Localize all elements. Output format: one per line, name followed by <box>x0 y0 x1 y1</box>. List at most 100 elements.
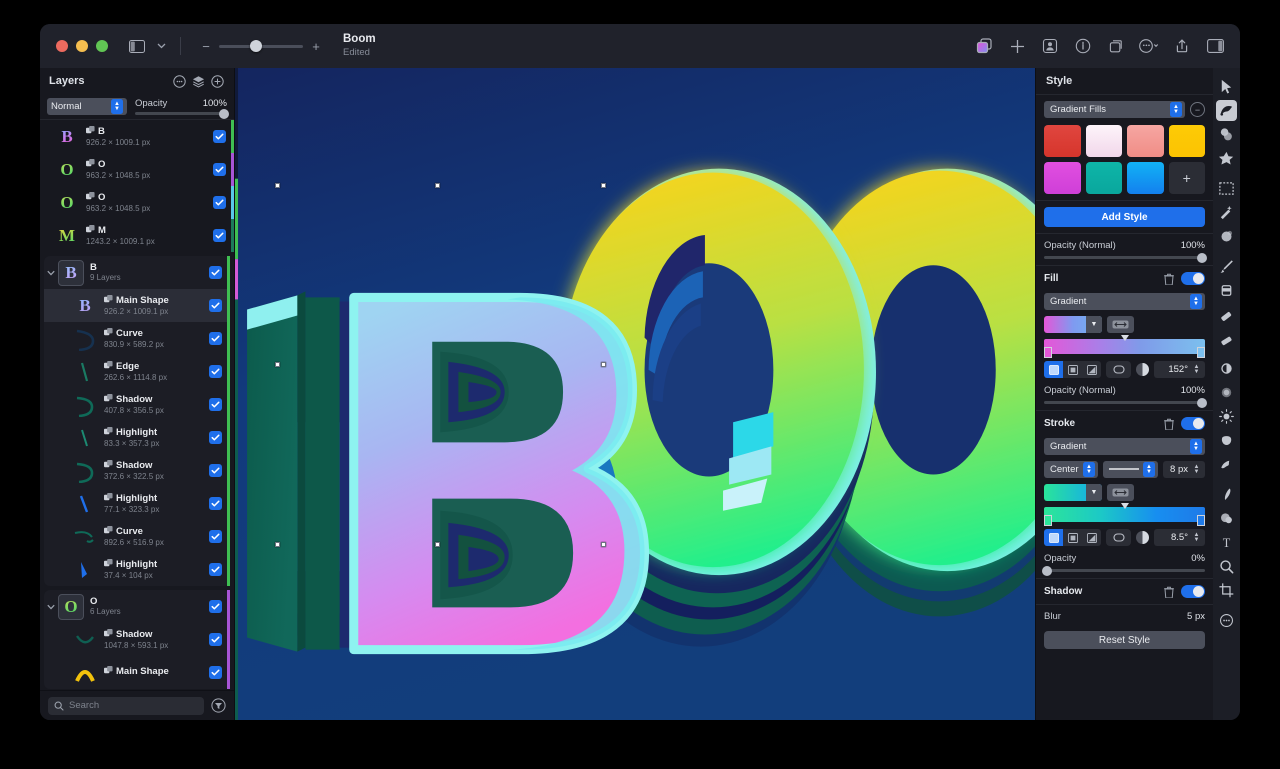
stroke-opacity-knob[interactable] <box>1042 565 1052 576</box>
layer-row[interactable]: B Main Shape 926.2 × 1009.1 px <box>44 289 230 322</box>
sidebar-toggle-icon[interactable] <box>126 35 148 57</box>
star-tool-icon[interactable] <box>1216 148 1237 169</box>
layer-row[interactable]: Curve 830.9 × 589.2 px <box>44 322 230 355</box>
shape-tool-icon[interactable] <box>1216 124 1237 145</box>
swatch-yellow[interactable] <box>1168 125 1205 157</box>
more-tools-icon[interactable] <box>1216 610 1237 631</box>
layer-visibility-checkbox[interactable] <box>209 600 222 613</box>
swatch-salmon[interactable] <box>1127 125 1164 157</box>
reset-style-button[interactable]: Reset Style <box>1044 631 1205 649</box>
stroke-align-select[interactable]: Center ▲ ▼ <box>1044 461 1098 478</box>
chevron-down-icon[interactable] <box>150 35 172 57</box>
fill-reverse-gradient-button[interactable] <box>1107 316 1134 333</box>
tools-rail[interactable]: T <box>1213 68 1240 720</box>
layer-visibility-checkbox[interactable] <box>209 497 222 510</box>
canvas-area[interactable] <box>235 68 1035 720</box>
share-icon[interactable] <box>1169 33 1195 59</box>
fill-type-select[interactable]: Gradient ▲ ▼ <box>1044 293 1205 310</box>
stroke-gradient-chevron-icon[interactable]: ▼ <box>1086 484 1102 501</box>
selection-handle[interactable] <box>275 183 280 188</box>
stroke-type-select[interactable]: Gradient ▲ ▼ <box>1044 438 1205 455</box>
layer-opacity-knob[interactable] <box>219 108 229 119</box>
fill-conical-gradient-icon[interactable] <box>1082 361 1101 378</box>
main-opacity-slider[interactable] <box>1044 252 1207 263</box>
layer-visibility-checkbox[interactable] <box>209 431 222 444</box>
blur-tool-icon[interactable] <box>1216 382 1237 403</box>
layer-group-row[interactable]: OO6 Layers <box>44 590 230 623</box>
crop-tool-icon[interactable] <box>1216 580 1237 601</box>
stroke-midpoint-dot-icon[interactable] <box>1136 531 1149 544</box>
stroke-gradient-bar[interactable] <box>1044 503 1205 526</box>
layer-row[interactable]: Shadow 372.6 × 322.5 px <box>44 454 230 487</box>
layer-visibility-checkbox[interactable] <box>209 633 222 646</box>
main-opacity-label[interactable]: Opacity (Normal) <box>1044 240 1181 251</box>
layer-row[interactable]: Main Shape <box>44 656 230 689</box>
layer-row[interactable]: O O 963.2 × 1048.5 px <box>40 153 234 186</box>
layer-row[interactable]: Highlight 37.4 × 104 px <box>44 553 230 586</box>
options-icon[interactable] <box>171 73 187 89</box>
stroke-gradient-stop-start[interactable] <box>1044 515 1052 526</box>
fill-delete-icon[interactable] <box>1164 273 1174 285</box>
fill-tool-icon[interactable] <box>1216 508 1237 529</box>
close-window-button[interactable] <box>56 40 68 52</box>
selection-handle[interactable] <box>435 183 440 188</box>
selection-handle[interactable] <box>601 183 606 188</box>
layer-visibility-checkbox[interactable] <box>213 229 226 242</box>
fill-angle-field[interactable]: 152° ▲ ▼ <box>1154 361 1205 378</box>
layer-visibility-checkbox[interactable] <box>209 464 222 477</box>
fill-opacity-label[interactable]: Opacity (Normal) <box>1044 385 1181 396</box>
paint-mixer-icon[interactable] <box>1216 226 1237 247</box>
clone-tool-icon[interactable] <box>1216 454 1237 475</box>
pen-tool-icon[interactable] <box>1216 484 1237 505</box>
panel-toggle-icon[interactable] <box>1202 33 1228 59</box>
fill-angle-stepper[interactable]: ▲ ▼ <box>1191 362 1202 377</box>
persona-icon[interactable] <box>1037 33 1063 59</box>
stroke-linear-gradient-icon[interactable] <box>1044 529 1063 546</box>
blend-mode-select[interactable]: Normal ▲ ▼ <box>47 98 127 115</box>
paint-brush-icon[interactable] <box>1216 256 1237 277</box>
zoom-out-label[interactable]: − <box>201 40 211 53</box>
fill-gradient-type-segmented[interactable] <box>1044 361 1101 378</box>
stroke-align-stepper[interactable]: ▲ ▼ <box>1083 462 1095 477</box>
fill-opacity-knob[interactable] <box>1197 397 1207 408</box>
layers-compare-icon[interactable] <box>971 33 997 59</box>
fill-linear-gradient-icon[interactable] <box>1044 361 1063 378</box>
flood-select-icon[interactable] <box>1216 202 1237 223</box>
selection-handle[interactable] <box>601 362 606 367</box>
stroke-gradient-preview[interactable]: ▼ <box>1044 484 1102 501</box>
stroke-conical-gradient-icon[interactable] <box>1082 529 1101 546</box>
layer-row[interactable]: Shadow 407.8 × 356.5 px <box>44 388 230 421</box>
smudge-tool-icon[interactable] <box>1216 358 1237 379</box>
layer-opacity-control[interactable]: Opacity 100% <box>135 98 229 119</box>
swatch-blue[interactable] <box>1127 162 1164 194</box>
layer-opacity-slider[interactable] <box>135 108 229 119</box>
stroke-width-field[interactable]: 8 px ▲ ▼ <box>1163 461 1205 478</box>
add-layer-icon[interactable] <box>209 73 225 89</box>
dodge-tool-icon[interactable] <box>1216 406 1237 427</box>
paint-bucket-icon[interactable] <box>1216 280 1237 301</box>
maximize-window-button[interactable] <box>96 40 108 52</box>
layer-visibility-checkbox[interactable] <box>209 666 222 679</box>
stroke-gradient-midpoint[interactable] <box>1120 503 1129 509</box>
text-tool-icon[interactable]: T <box>1216 532 1237 553</box>
layer-visibility-checkbox[interactable] <box>213 130 226 143</box>
shadow-delete-icon[interactable] <box>1164 586 1174 598</box>
group-disclosure-icon[interactable] <box>44 270 58 276</box>
stroke-toggle[interactable] <box>1181 417 1205 430</box>
layer-visibility-checkbox[interactable] <box>213 196 226 209</box>
layer-visibility-checkbox[interactable] <box>209 530 222 543</box>
selection-handle[interactable] <box>435 542 440 547</box>
move-tool-icon[interactable] <box>1216 76 1237 97</box>
layer-row[interactable]: Highlight 83.3 × 357.3 px <box>44 421 230 454</box>
stroke-opacity-slider[interactable] <box>1042 565 1205 576</box>
layer-row[interactable]: Highlight 77.1 × 323.3 px <box>44 487 230 520</box>
layers-icon[interactable] <box>190 73 206 89</box>
sponge-tool-icon[interactable] <box>1216 430 1237 451</box>
stroke-radial-gradient-icon[interactable] <box>1063 529 1082 546</box>
add-style-button[interactable]: Add Style <box>1044 207 1205 227</box>
info-icon[interactable] <box>1070 33 1096 59</box>
stroke-angle-stepper[interactable]: ▲ ▼ <box>1191 530 1202 545</box>
layer-row[interactable]: M M 1243.2 × 1009.1 px <box>40 219 234 252</box>
zoom-slider-knob[interactable] <box>250 40 262 52</box>
layer-visibility-checkbox[interactable] <box>209 299 222 312</box>
